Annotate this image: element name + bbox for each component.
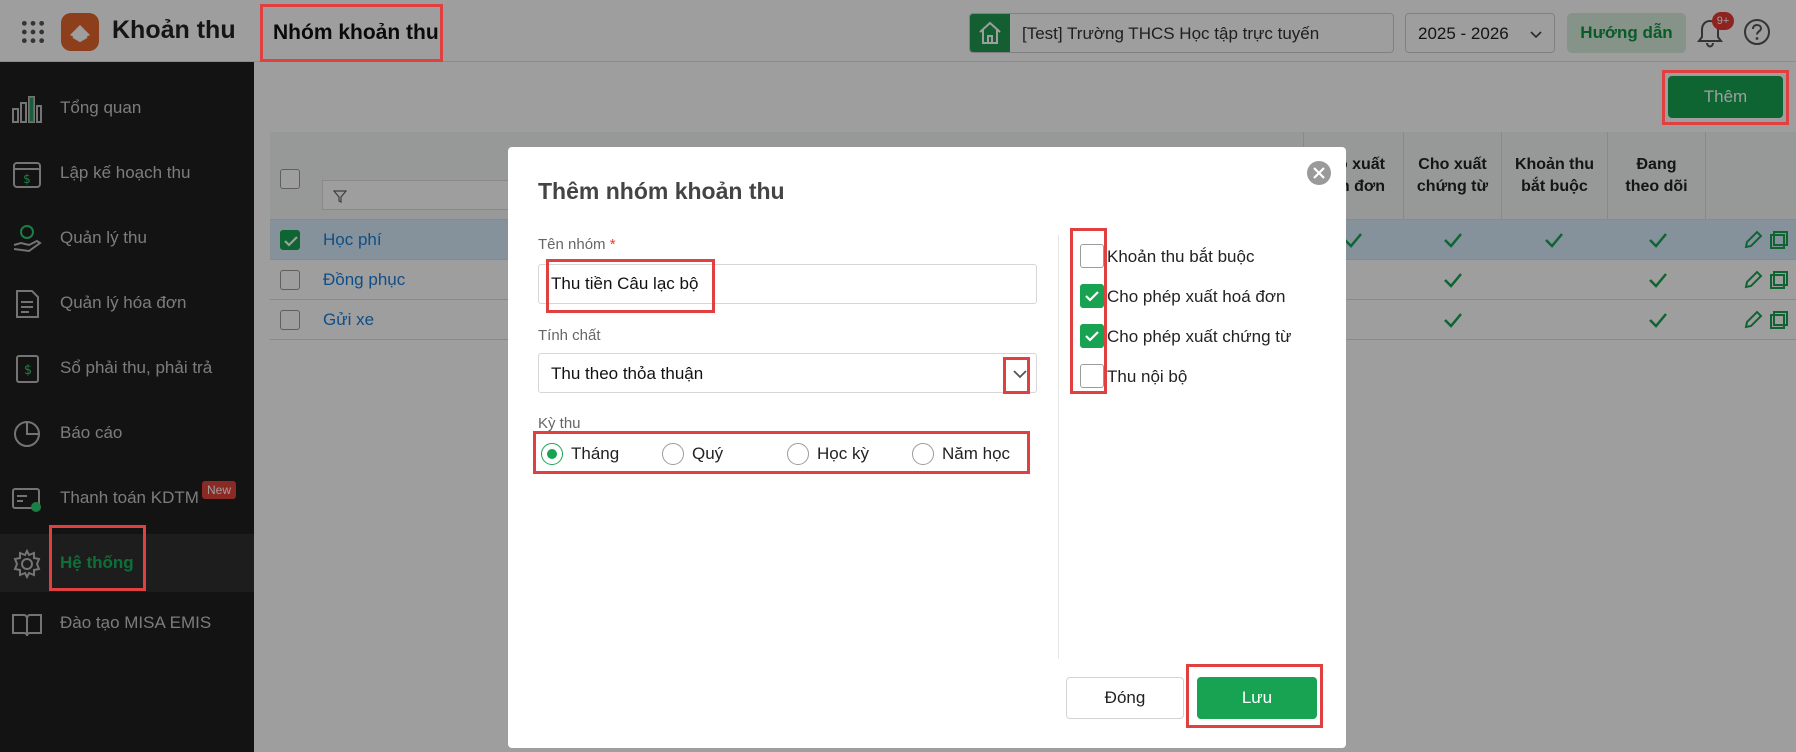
period-label: Kỳ thu: [538, 415, 581, 432]
highlight-frame: [49, 525, 146, 591]
highlight-frame: [1003, 357, 1030, 394]
close-button[interactable]: Đóng: [1066, 677, 1184, 719]
checkbox-label: Cho phép xuất hoá đơn: [1107, 287, 1286, 306]
checkbox-label: Thu nội bộ: [1107, 367, 1188, 386]
checkbox-label: Cho phép xuất chứng từ: [1107, 327, 1292, 346]
highlight-frame: [260, 4, 443, 62]
checkbox-label: Khoản thu bắt buộc: [1107, 247, 1255, 266]
type-select-value: Thu theo thỏa thuận: [551, 364, 704, 383]
highlight-frame: [1070, 228, 1107, 394]
highlight-frame: [533, 431, 1030, 474]
required-mark: *: [609, 236, 616, 253]
dialog-title: Thêm nhóm khoản thu: [538, 178, 785, 204]
highlight-frame: [1662, 70, 1789, 125]
highlight-frame: [546, 259, 715, 313]
highlight-frame: [1186, 664, 1323, 728]
type-label: Tính chất: [538, 327, 601, 344]
group-name-label: Tên nhóm *: [538, 236, 616, 253]
close-icon[interactable]: [1307, 161, 1331, 185]
type-select[interactable]: Thu theo thỏa thuận: [538, 353, 1037, 393]
column-divider: [1058, 235, 1059, 659]
